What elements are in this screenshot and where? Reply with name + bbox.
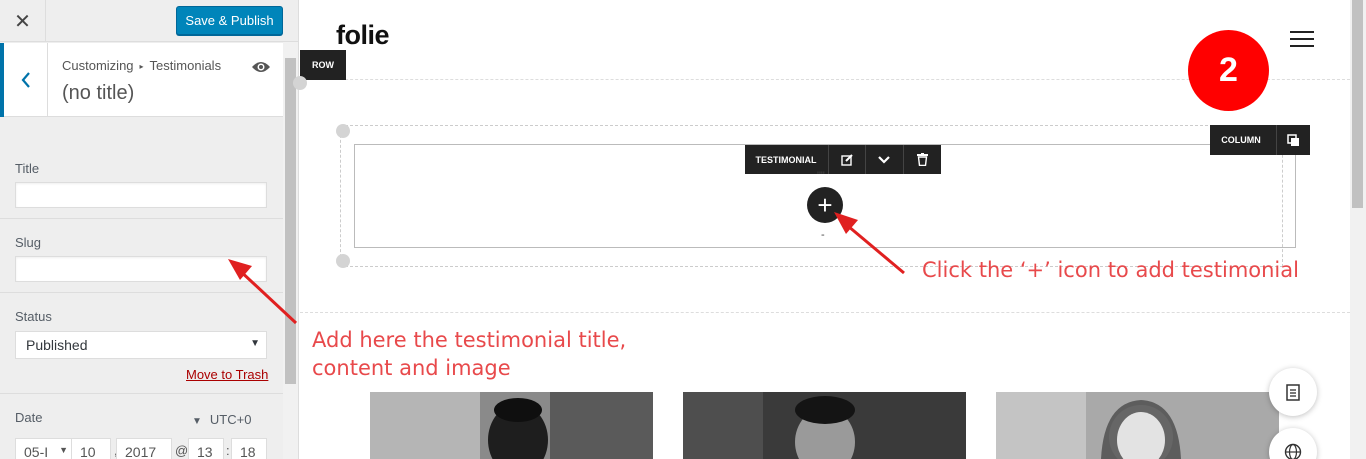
chevron-left-icon — [21, 72, 30, 88]
sidebar-topbar: ✕ Save & Publish — [0, 0, 298, 42]
move-to-trash-link[interactable]: Move to Trash — [186, 367, 268, 382]
module-toolbar: TESTIMONIAL — [745, 145, 941, 174]
fields-annotation-line1: Add here the testimonial title, — [312, 328, 627, 352]
row-handle[interactable] — [293, 76, 307, 90]
slug-label: Slug — [15, 235, 42, 250]
date-year-input[interactable]: 2017 — [116, 438, 172, 459]
site-preview: folie ROW COLUMN TESTIMONIAL "" + - 2 Cl… — [293, 0, 1366, 459]
date-label: Date — [15, 410, 43, 425]
date-colon: : — [226, 443, 230, 458]
row-boundary — [300, 312, 1350, 313]
date-minute-input[interactable]: 18 — [231, 438, 267, 459]
fields-annotation-line2: content and image — [312, 356, 511, 380]
status-label: Status — [15, 309, 52, 324]
testimonial-photo — [370, 392, 653, 459]
breadcrumb-root: Customizing — [62, 58, 134, 73]
section-title: (no title) — [62, 82, 135, 104]
site-logo[interactable]: folie — [336, 20, 390, 51]
column-tag[interactable]: COLUMN — [1210, 125, 1272, 155]
divider — [0, 292, 283, 293]
testimonial-photo — [996, 392, 1279, 459]
row-tag[interactable]: ROW — [300, 50, 346, 80]
slug-input[interactable] — [15, 256, 267, 282]
date-month-value: 05-I — [24, 444, 49, 459]
chevron-down-icon: ▼ — [250, 338, 260, 349]
date-month-select[interactable]: 05-I ▼ — [15, 438, 73, 459]
back-button[interactable] — [0, 43, 48, 117]
close-icon[interactable]: ✕ — [0, 0, 46, 42]
testimonial-quote-placeholder: "" — [817, 170, 825, 182]
customizer-screen: ✕ Save & Publish Customizing ▸ Testimonial… — [0, 0, 1366, 459]
title-label: Title — [15, 161, 40, 176]
date-hour-input[interactable]: 13 — [188, 438, 224, 459]
chevron-down-icon[interactable] — [865, 145, 902, 174]
customizer-sidebar: ✕ Save & Publish Customizing ▸ Testimonial… — [0, 0, 299, 459]
copy-icon[interactable] — [1276, 125, 1310, 155]
save-publish-button[interactable]: Save & Publish — [176, 6, 283, 35]
hamburger-icon[interactable] — [1290, 31, 1314, 47]
caret-down-icon: ▼ — [192, 416, 202, 427]
edit-icon[interactable] — [828, 145, 865, 174]
timezone-value: UTC+0 — [209, 412, 252, 427]
testimonial-photo — [683, 392, 966, 459]
breadcrumb-section: Testimonials — [149, 58, 222, 73]
title-input[interactable] — [15, 182, 267, 208]
add-testimonial-annotation: Click the ‘+’ icon to add testimonial — [922, 258, 1299, 282]
eye-icon[interactable] — [251, 60, 271, 74]
breadcrumb: Customizing ▸ Testimonials — [62, 58, 221, 73]
status-select[interactable]: Published ▼ — [15, 331, 267, 359]
document-icon[interactable] — [1269, 368, 1317, 416]
column-toolbar: COLUMN — [1210, 125, 1310, 155]
trash-icon[interactable] — [903, 145, 940, 174]
column-handle[interactable] — [336, 124, 350, 138]
plus-icon[interactable]: + — [807, 187, 843, 223]
module-tag[interactable]: TESTIMONIAL — [745, 145, 827, 174]
status-value: Published — [26, 337, 88, 353]
date-at: @ — [175, 443, 189, 458]
preview-scrollbar-thumb[interactable] — [1352, 0, 1363, 208]
divider — [0, 393, 283, 394]
column-handle[interactable] — [336, 254, 350, 268]
chevron-down-icon: ▼ — [59, 445, 68, 455]
breadcrumb-separator-icon: ▸ — [139, 62, 144, 71]
divider — [0, 218, 283, 219]
step-badge: 2 — [1188, 30, 1269, 111]
testimonial-author-placeholder: - — [821, 229, 825, 241]
date-day-input[interactable]: 10 — [71, 438, 111, 459]
section-header: Customizing ▸ Testimonials (no title) — [0, 43, 283, 117]
timezone-toggle[interactable]: ▼ UTC+0 — [192, 412, 251, 427]
sidebar-scrollbar-thumb[interactable] — [285, 58, 296, 384]
